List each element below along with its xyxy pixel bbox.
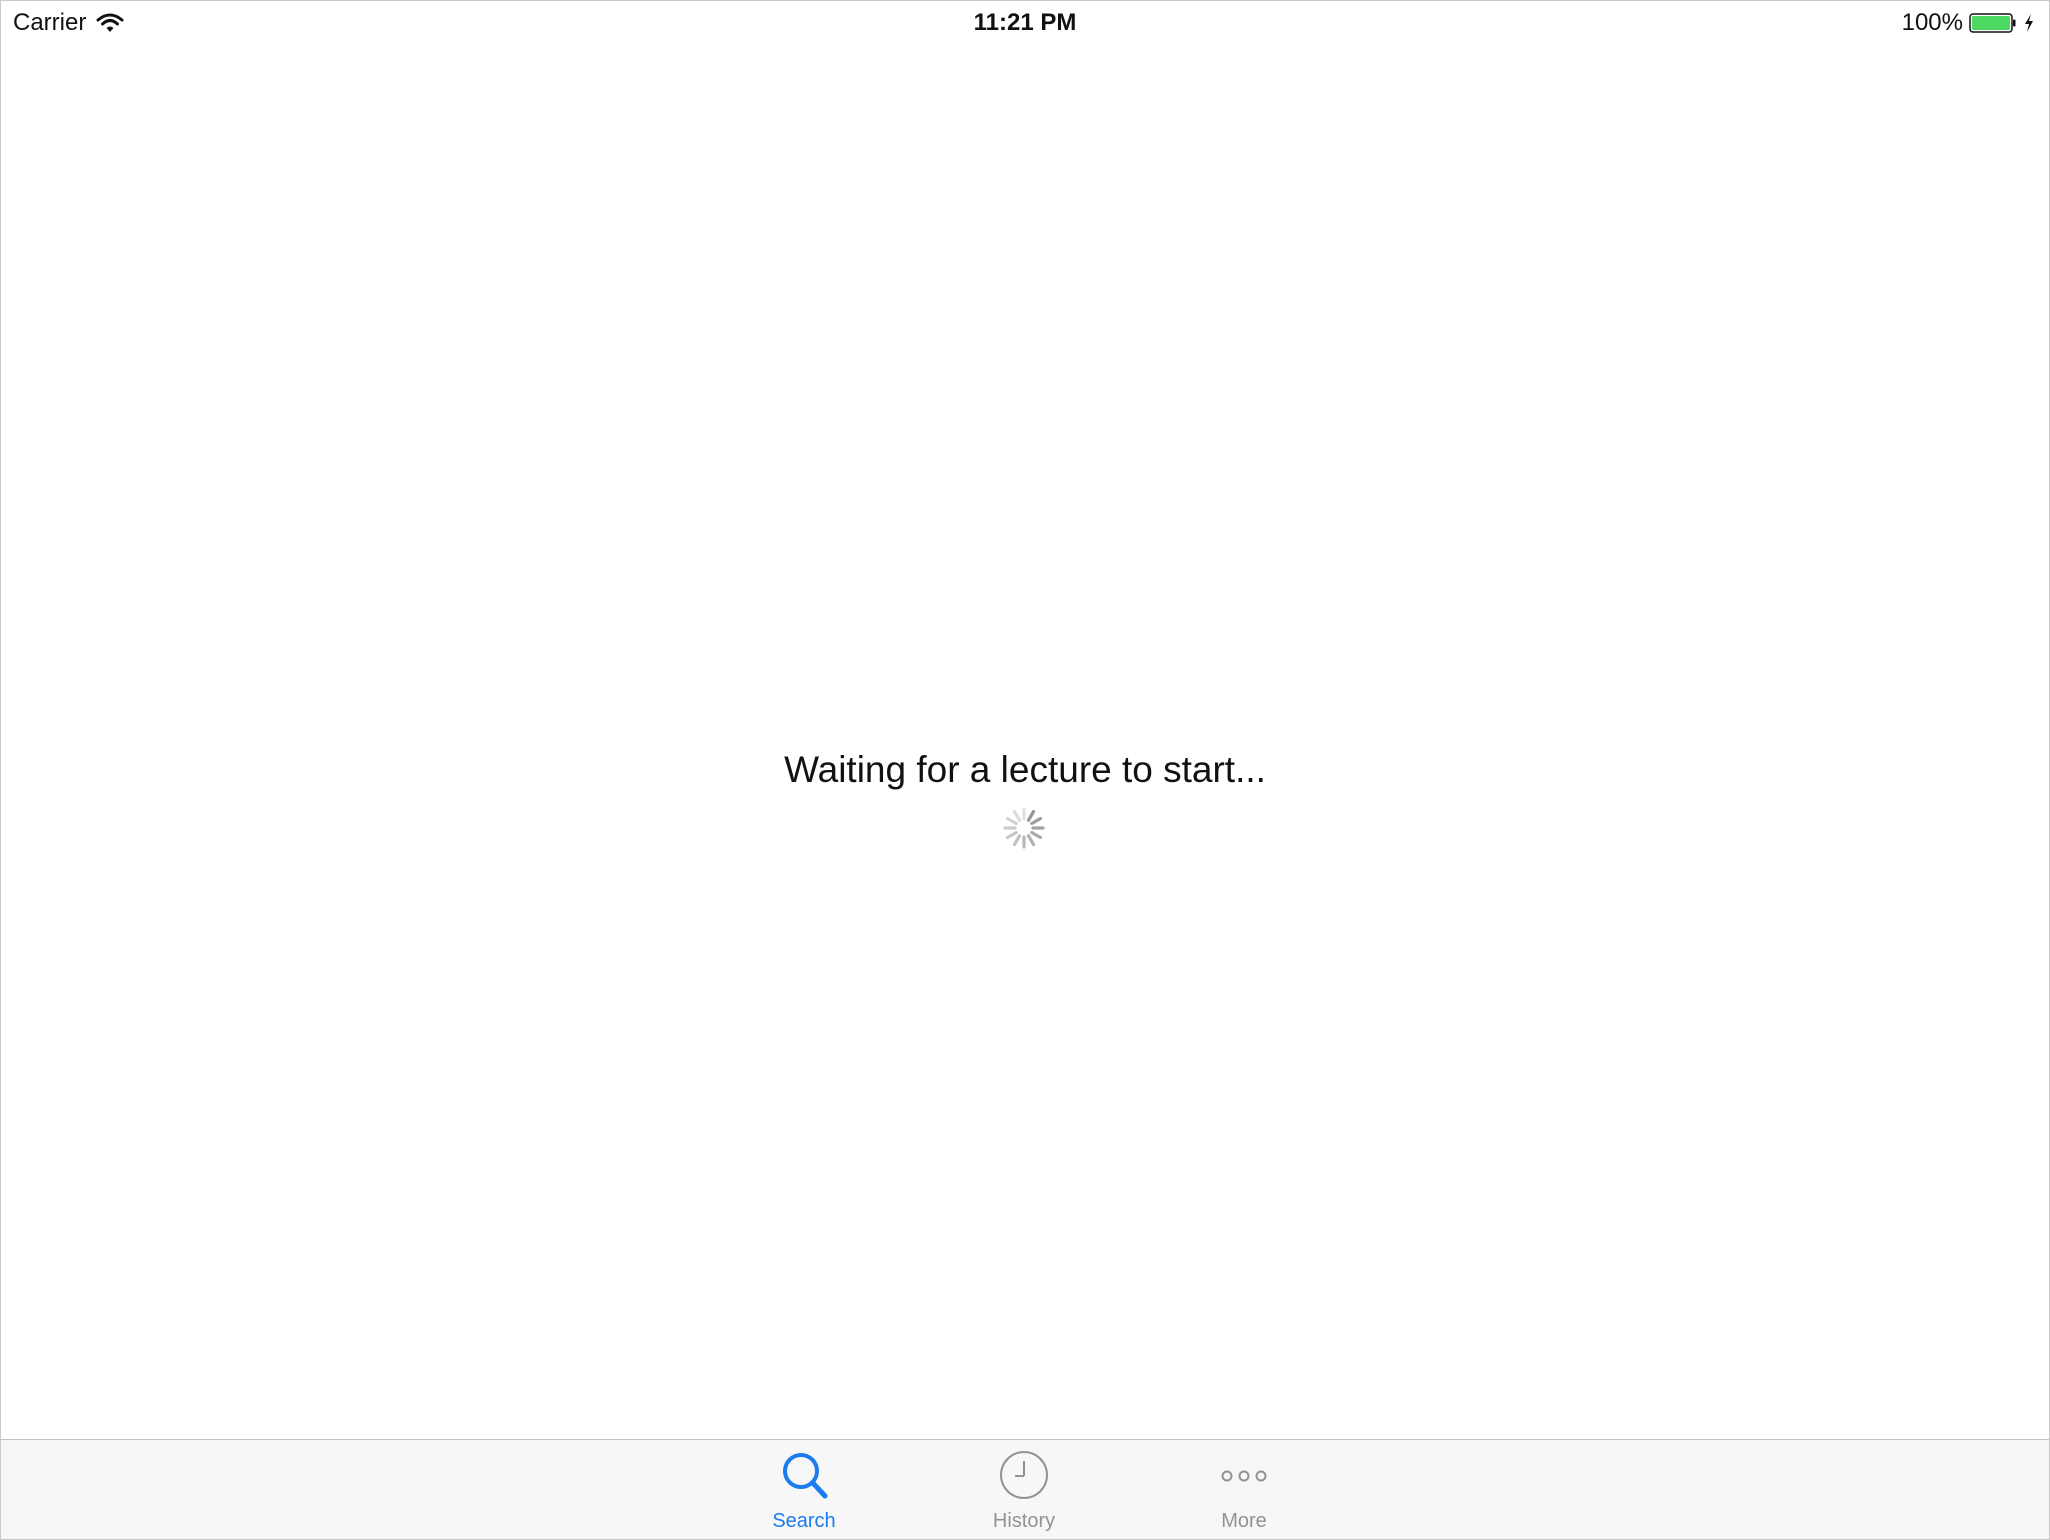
tab-label-history: History	[992, 1510, 1056, 1532]
tab-bar: Search History More	[1, 1439, 2049, 1539]
battery-percentage: 100%	[1901, 9, 1963, 36]
spinner-spoke	[1012, 834, 1022, 847]
spinner-icon	[1003, 807, 1045, 849]
status-right: 100%	[1902, 9, 2035, 37]
spinner-spoke	[1005, 830, 1018, 840]
spinner-spoke	[1026, 834, 1036, 847]
tab-search[interactable]: Search	[724, 1440, 884, 1539]
status-bar: Carrier 11:21 PM 100%	[1, 1, 2049, 45]
clock-icon	[999, 1448, 1049, 1502]
more-icon	[1219, 1448, 1269, 1502]
spinner-spoke	[1012, 809, 1022, 822]
tab-label-search: Search	[772, 1510, 836, 1532]
spinner-spoke	[1026, 809, 1036, 822]
status-time: 11:21 PM	[973, 9, 1077, 36]
spinner-spoke	[1005, 816, 1018, 826]
bolt-icon	[2023, 12, 2035, 34]
battery-full-icon	[1969, 12, 2017, 34]
tab-more[interactable]: More	[1164, 1440, 1324, 1539]
tab-label-more: More	[1221, 1510, 1267, 1532]
spinner-spoke	[1030, 830, 1043, 840]
app-screen: Carrier 11:21 PM 100% Waiting for a lect…	[0, 0, 2050, 1540]
search-icon	[779, 1448, 829, 1502]
waiting-message: Waiting for a lecture to start...	[784, 749, 1266, 790]
spinner-spoke	[1030, 816, 1043, 826]
tab-history[interactable]: History	[944, 1440, 1104, 1539]
